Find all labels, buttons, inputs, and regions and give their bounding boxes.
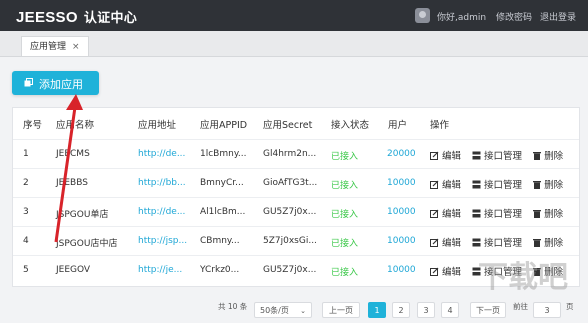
avatar[interactable]: [415, 8, 430, 23]
interface-manage-button[interactable]: 接口管理: [472, 151, 522, 162]
app-url-link[interactable]: http://de...: [138, 207, 185, 217]
app-url-link[interactable]: http://je...: [138, 265, 182, 275]
brand-logo: JEESSO 认证中心: [16, 9, 138, 26]
trash-icon: [533, 239, 542, 247]
status-badge: 已接入: [331, 268, 359, 278]
edit-button[interactable]: 编辑: [430, 209, 461, 220]
trash-icon: [533, 210, 542, 218]
trash-icon: [533, 152, 542, 160]
edit-icon: [430, 151, 439, 160]
users-link[interactable]: 10000: [387, 207, 416, 217]
change-password-link[interactable]: 修改密码: [496, 10, 532, 23]
col-header: 应用地址: [138, 120, 177, 131]
page-size-select[interactable]: 50条/页 ⌄: [254, 302, 312, 318]
interface-manage-button[interactable]: 接口管理: [472, 180, 522, 191]
chevron-down-icon: ⌄: [300, 307, 306, 315]
prev-page-button[interactable]: 上一页: [322, 302, 360, 318]
interface-manage-button[interactable]: 接口管理: [472, 238, 522, 249]
delete-button[interactable]: 删除: [533, 209, 563, 220]
col-header: 应用名称: [56, 120, 95, 131]
users-link[interactable]: 10000: [387, 178, 416, 188]
app-url-link[interactable]: http://jsp...: [138, 236, 187, 246]
users-link[interactable]: 10000: [387, 265, 416, 275]
table-row: 3 JSPGOU单店 http://de... Al1lcBm... GU5Z7…: [13, 197, 579, 227]
edit-button[interactable]: 编辑: [430, 267, 461, 278]
trash-icon: [533, 181, 542, 189]
col-header: 操作: [430, 120, 450, 131]
edit-button[interactable]: 编辑: [430, 180, 461, 191]
add-app-button[interactable]: 添加应用: [12, 71, 99, 95]
copy-icon: [24, 78, 33, 87]
page-1-button[interactable]: 1: [368, 302, 386, 318]
watermark-logo: 下载吧: [478, 260, 568, 295]
status-badge: 已接入: [331, 152, 359, 162]
page-4-button[interactable]: 4: [441, 302, 459, 318]
edit-icon: [430, 180, 439, 189]
status-badge: 已接入: [331, 181, 359, 191]
list-icon: [472, 151, 481, 160]
interface-manage-button[interactable]: 接口管理: [472, 209, 522, 220]
users-link[interactable]: 20000: [387, 149, 416, 159]
pagination-total: 共 10 条: [218, 302, 248, 311]
logout-link[interactable]: 退出登录: [540, 10, 576, 23]
app-url-link[interactable]: http://bb...: [138, 178, 186, 188]
top-bar: JEESSO 认证中心 你好,admin 修改密码 退出登录: [0, 0, 588, 31]
edit-button[interactable]: 编辑: [430, 151, 461, 162]
tab-app-management[interactable]: 应用管理 ×: [21, 36, 89, 56]
col-header: 应用Secret: [263, 120, 313, 131]
col-header: 用户: [388, 120, 408, 131]
status-badge: 已接入: [331, 210, 359, 220]
delete-button[interactable]: 删除: [533, 180, 563, 191]
list-icon: [472, 238, 481, 247]
col-header: 接入状态: [331, 120, 370, 131]
status-badge: 已接入: [331, 239, 359, 249]
list-icon: [472, 209, 481, 218]
col-header: 序号: [23, 120, 43, 131]
users-link[interactable]: 10000: [387, 236, 416, 246]
col-header: 应用APPID: [200, 120, 248, 131]
app-url-link[interactable]: http://de...: [138, 149, 185, 159]
page-3-button[interactable]: 3: [417, 302, 435, 318]
edit-icon: [430, 238, 439, 247]
delete-button[interactable]: 删除: [533, 238, 563, 249]
close-icon[interactable]: ×: [72, 42, 80, 52]
greeting-text: 你好,admin: [437, 13, 487, 23]
edit-icon: [430, 267, 439, 276]
page-2-button[interactable]: 2: [392, 302, 410, 318]
tab-bar: 应用管理 ×: [0, 31, 588, 57]
edit-button[interactable]: 编辑: [430, 238, 461, 249]
edit-icon: [430, 209, 439, 218]
delete-button[interactable]: 删除: [533, 151, 563, 162]
table-row: 2 JEEBBS http://bb... BmnyCr... GioAfTG3…: [13, 168, 579, 198]
list-icon: [472, 180, 481, 189]
table-row: 1 JEECMS http://de... 1lcBmny... Gl4hrm2…: [13, 139, 579, 169]
